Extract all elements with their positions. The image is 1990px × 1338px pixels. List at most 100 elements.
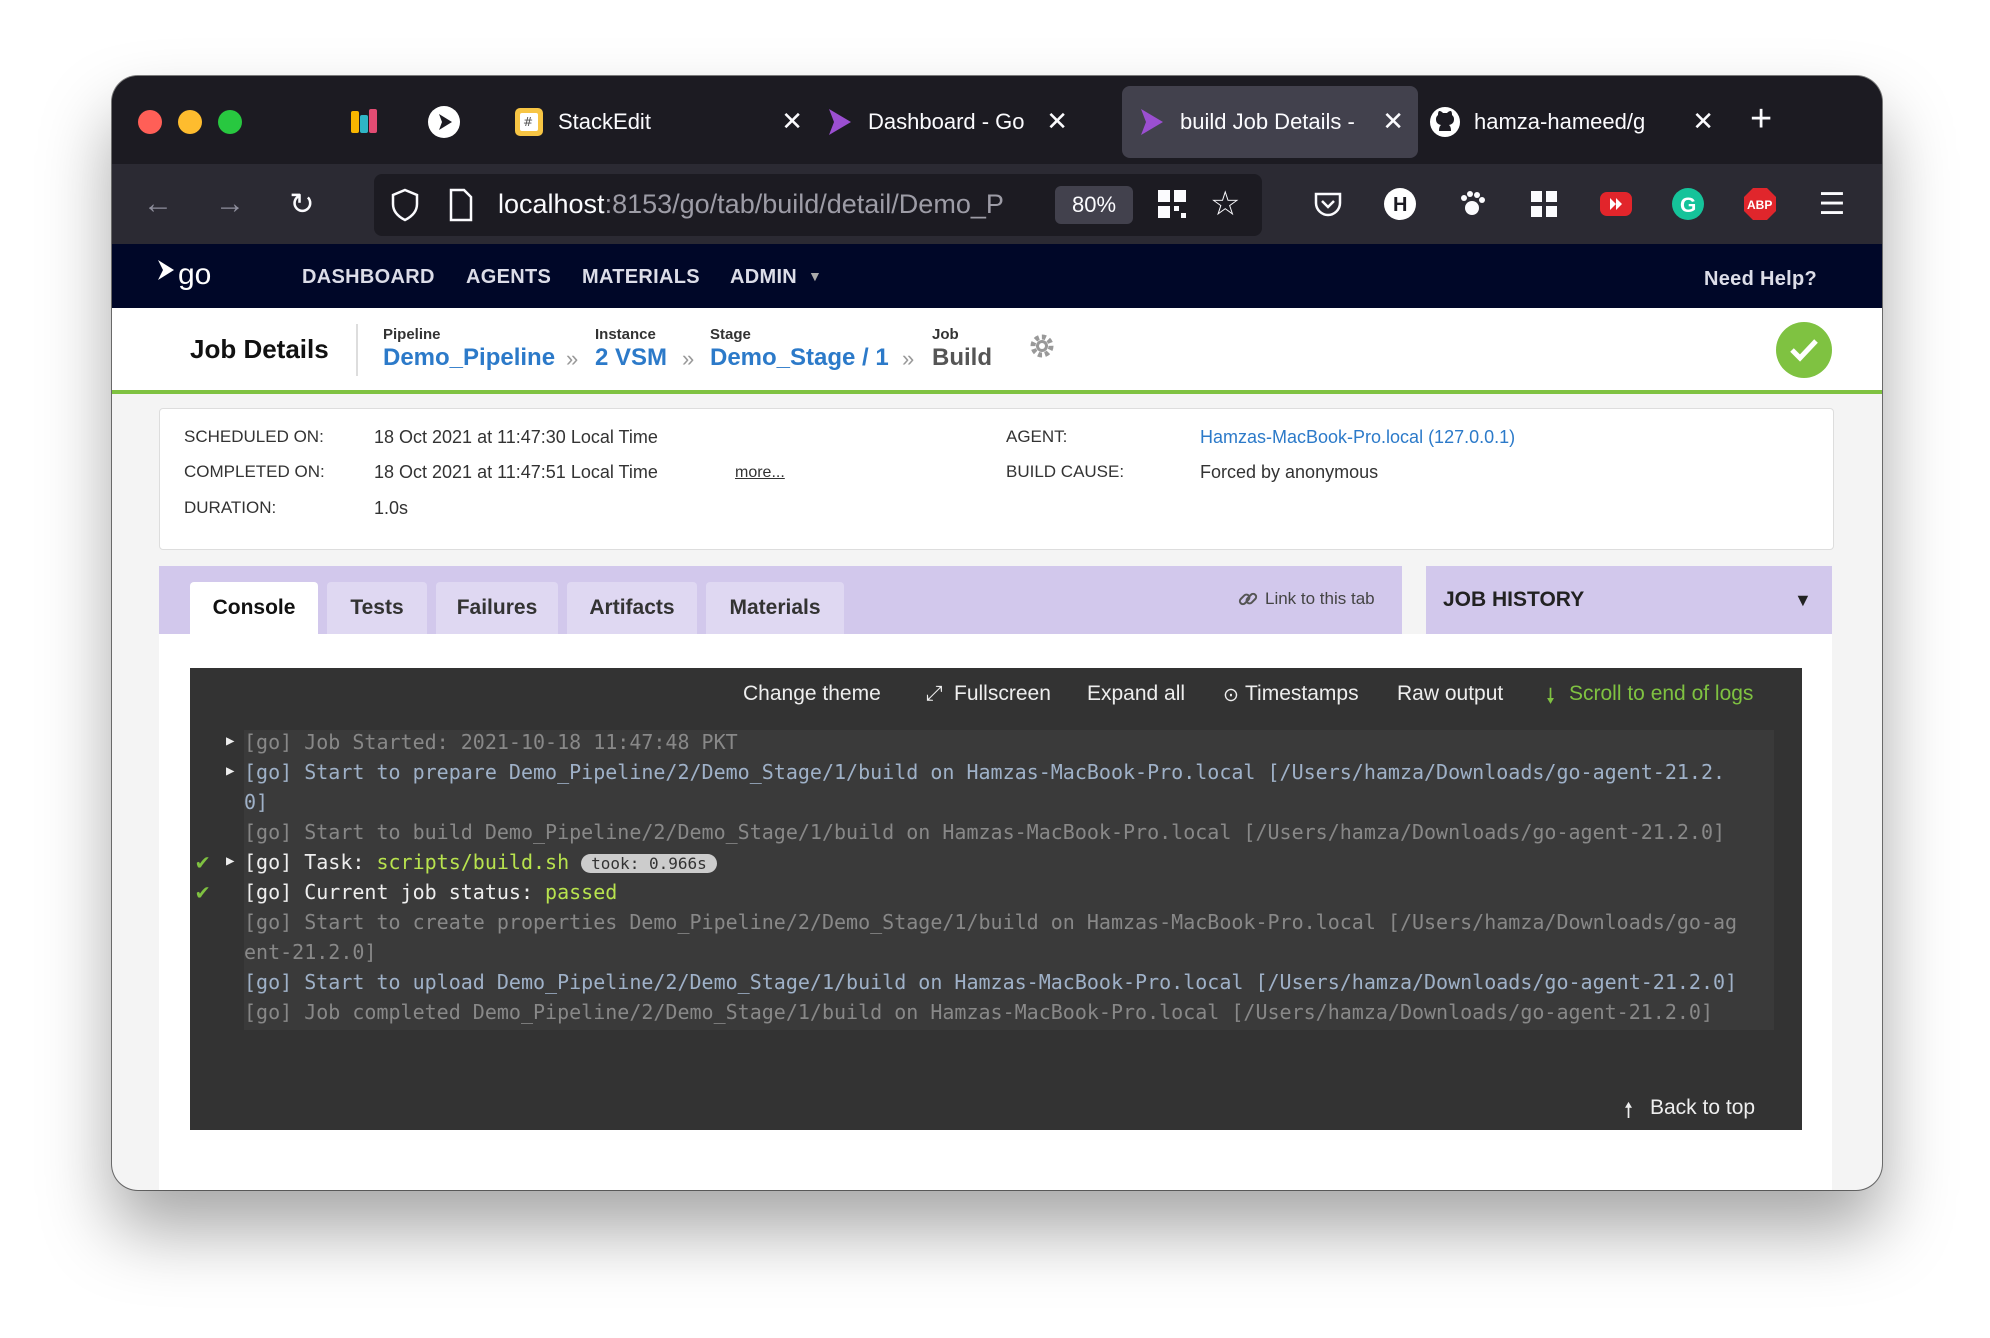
bookmark-star-icon[interactable]: ☆ — [1210, 184, 1240, 224]
arrow-up-icon: 🠕 — [1624, 1099, 1634, 1122]
scheduled-value: 18 Oct 2021 at 11:47:30 Local Time — [374, 427, 658, 447]
tab-title: StackEdit — [558, 109, 651, 134]
close-icon[interactable]: ✕ — [781, 106, 803, 137]
nav-agents[interactable]: AGENTS — [466, 266, 551, 289]
job-label: Job — [932, 326, 959, 343]
miro-icon — [351, 109, 377, 133]
log-line[interactable]: ▶ [go] Start to prepare Demo_Pipeline/2/D… — [226, 760, 1725, 784]
tab-console[interactable]: Console — [190, 582, 318, 634]
shield-icon[interactable] — [390, 188, 420, 227]
gocd-logo[interactable]: go — [156, 258, 222, 297]
url-bar[interactable]: localhost:8153/go/tab/build/detail/Demo_… — [374, 174, 1262, 236]
stage-label: Stage — [710, 326, 751, 343]
svg-text:go: go — [178, 258, 211, 291]
expand-all-button[interactable]: Expand all — [1087, 682, 1185, 706]
build-cause-label: BUILD CAUSE: — [1006, 462, 1125, 481]
log-line: [go] Job completed Demo_Pipeline/2/Demo_… — [244, 1000, 1714, 1024]
gear-icon[interactable] — [1028, 332, 1056, 365]
pipeline-link[interactable]: Demo_Pipeline — [383, 344, 555, 372]
tab-dashboard[interactable]: Dashboard - Go ✕ — [822, 86, 1082, 158]
minimize-window-button[interactable] — [178, 110, 202, 134]
back-to-top-button[interactable]: Back to top — [1650, 1096, 1755, 1120]
zoom-level-button[interactable]: 80% — [1055, 186, 1133, 224]
divider — [356, 324, 358, 376]
arrow-down-icon: 🠗 — [1546, 685, 1556, 708]
pinned-tab-gocd[interactable] — [422, 100, 466, 144]
tab-tests[interactable]: Tests — [327, 582, 427, 634]
more-link[interactable]: more... — [735, 464, 785, 482]
tab-materials[interactable]: Materials — [706, 582, 844, 634]
pocket-icon[interactable] — [1304, 180, 1352, 228]
tab-title: hamza-hameed/g — [1474, 109, 1646, 134]
timestamps-button[interactable]: Timestamps — [1245, 682, 1359, 706]
tab-strip: # StackEdit ✕ Dashboard - Go ✕ build Job… — [112, 76, 1882, 164]
tab-artifacts[interactable]: Artifacts — [567, 582, 697, 634]
close-window-button[interactable] — [138, 110, 162, 134]
task-duration-badge: took: 0.966s — [581, 854, 717, 873]
agent-link[interactable]: Hamzas-MacBook-Pro.local (127.0.0.1) — [1200, 427, 1515, 448]
svg-text:#: # — [523, 115, 533, 129]
agent-label: AGENT: — [1006, 427, 1068, 446]
link-to-tab[interactable]: Link to this tab — [1265, 589, 1375, 609]
close-icon[interactable]: ✕ — [1046, 106, 1068, 137]
close-icon[interactable]: ✕ — [1382, 106, 1404, 137]
forward-arrow-icon[interactable]: → — [206, 180, 254, 228]
job-name: Build — [932, 344, 992, 371]
reload-icon[interactable]: ↻ — [278, 180, 326, 228]
youtube-extension-icon[interactable] — [1592, 180, 1640, 228]
back-arrow-icon[interactable]: ← — [134, 180, 182, 228]
stage-link[interactable]: Demo_Stage / 1 — [710, 344, 889, 372]
url-text[interactable]: localhost:8153/go/tab/build/detail/Demo_… — [498, 189, 1068, 220]
fullscreen-icon[interactable]: ⤢ — [926, 682, 943, 706]
github-icon — [1428, 105, 1462, 139]
change-theme-button[interactable]: Change theme — [743, 682, 881, 706]
expand-arrow-icon[interactable]: ▶ — [226, 763, 234, 779]
adblock-plus-icon[interactable]: ABP — [1736, 180, 1784, 228]
tab-job-details[interactable]: build Job Details - ✕ — [1122, 86, 1418, 158]
need-help-link[interactable]: Need Help? — [1704, 268, 1817, 291]
qr-code-icon[interactable] — [1156, 188, 1188, 225]
fullscreen-button[interactable]: Fullscreen — [954, 682, 1051, 706]
log-line[interactable]: ▶ [go] Job Started: 2021-10-18 11:47:48 P… — [226, 730, 738, 754]
pipeline-label: Pipeline — [383, 326, 441, 343]
nav-dashboard[interactable]: DASHBOARD — [302, 266, 435, 289]
zoom-window-button[interactable] — [218, 110, 242, 134]
grammarly-icon[interactable]: G — [1664, 180, 1712, 228]
extensions-grid-icon[interactable] — [1520, 180, 1568, 228]
check-icon: ✔ — [196, 880, 210, 905]
gocd-tab-icon — [1134, 105, 1168, 139]
instance-link[interactable]: 2 VSM — [595, 344, 667, 372]
completed-value: 18 Oct 2021 at 11:47:51 Local Time — [374, 462, 658, 482]
expand-arrow-icon[interactable]: ▶ — [226, 733, 234, 749]
job-history-title: JOB HISTORY — [1443, 588, 1585, 611]
h-extension-icon[interactable]: H — [1376, 180, 1424, 228]
close-icon[interactable]: ✕ — [1692, 106, 1714, 137]
clock-icon: ⊙ — [1223, 685, 1239, 706]
paw-extension-icon[interactable] — [1448, 180, 1496, 228]
caret-down-icon[interactable]: ▼ — [1794, 590, 1812, 611]
raw-output-button[interactable]: Raw output — [1397, 682, 1503, 706]
log-line[interactable]: ✔ ▶ [go] Task: scripts/build.sh took: 0.96… — [196, 850, 717, 875]
breadcrumb-separator: » — [902, 346, 915, 371]
job-details-header: Job Details Pipeline Demo_Pipeline » Ins… — [112, 308, 1882, 394]
nav-admin[interactable]: ADMIN — [730, 266, 797, 289]
job-info-box: SCHEDULED ON: 18 Oct 2021 at 11:47:30 Lo… — [159, 408, 1834, 550]
tab-failures[interactable]: Failures — [436, 582, 558, 634]
scroll-to-end-button[interactable]: Scroll to end of logs — [1569, 682, 1753, 706]
duration-label: DURATION: — [184, 498, 277, 517]
console-container: Change theme ⤢ Fullscreen Expand all ⊙ T… — [159, 634, 1832, 1190]
gocd-tab-icon — [822, 105, 856, 139]
job-history-panel[interactable]: JOB HISTORY ▼ — [1426, 566, 1832, 634]
svg-text:H: H — [1393, 194, 1407, 216]
log-line: [go] Start to upload Demo_Pipeline/2/Dem… — [244, 970, 1738, 994]
tab-stackedit[interactable]: # StackEdit ✕ — [512, 86, 817, 158]
new-tab-button[interactable]: + — [1750, 98, 1772, 141]
pinned-tab-miro[interactable] — [342, 100, 386, 144]
menu-icon[interactable]: ☰ — [1808, 180, 1856, 228]
page-info-icon[interactable] — [448, 188, 474, 227]
expand-arrow-icon[interactable]: ▶ — [226, 853, 234, 869]
duration-value: 1.0s — [374, 498, 409, 518]
check-icon: ✔ — [196, 850, 210, 875]
tab-github[interactable]: hamza-hameed/g ✕ — [1428, 86, 1728, 158]
nav-materials[interactable]: MATERIALS — [582, 266, 700, 289]
